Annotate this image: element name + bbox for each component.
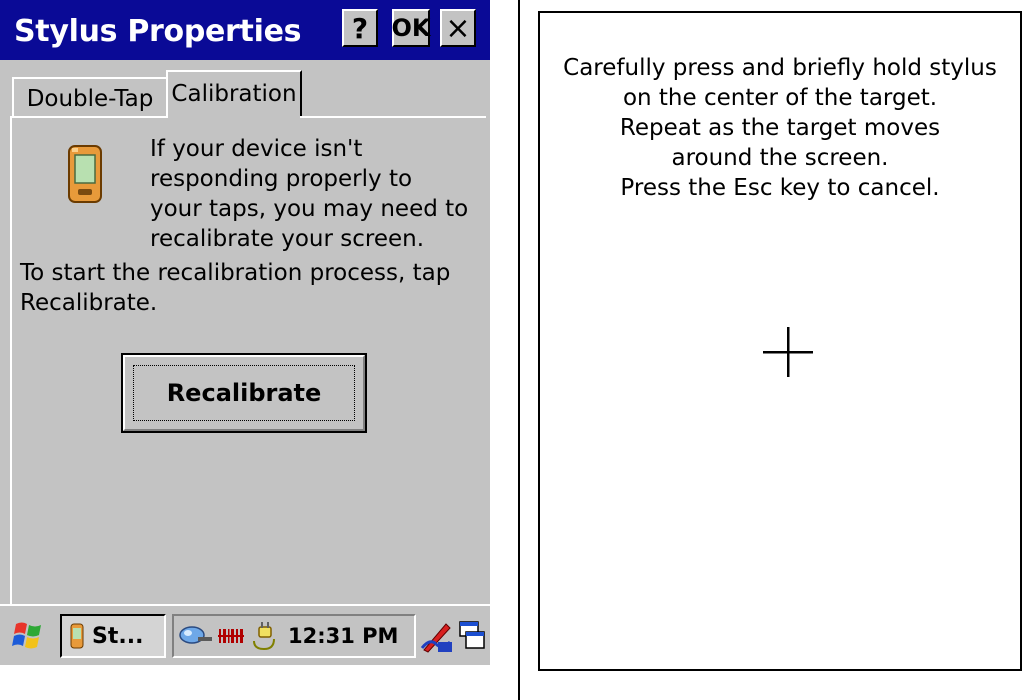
instruction-line: Press the Esc key to cancel. bbox=[620, 175, 940, 201]
task-button-label: St... bbox=[92, 623, 144, 649]
calibration-instructions: Carefully press and briefly hold stylus … bbox=[540, 53, 1020, 203]
recalibrate-button-frame: Recalibrate bbox=[121, 353, 367, 433]
taskbar: St... 12:31 PM bbox=[0, 604, 490, 665]
instruction-line: on the center of the target. bbox=[622, 85, 938, 111]
task-button-stylus[interactable]: St... bbox=[60, 614, 166, 658]
windows-flag-icon[interactable] bbox=[10, 618, 46, 654]
input-panel-icon[interactable] bbox=[420, 618, 454, 654]
instruction-line: around the screen. bbox=[671, 145, 889, 171]
calibration-frame[interactable]: Carefully press and briefly hold stylus … bbox=[538, 11, 1022, 671]
recalibrate-button[interactable]: Recalibrate bbox=[123, 355, 365, 431]
calibration-info-text: If your device isn't responding properly… bbox=[150, 136, 469, 252]
dialog-title: Stylus Properties bbox=[14, 14, 302, 49]
power-plug-icon[interactable] bbox=[250, 621, 278, 651]
tab-calibration[interactable]: Calibration bbox=[166, 70, 302, 116]
pocket-device-icon bbox=[70, 623, 84, 649]
crosshair-target-icon[interactable] bbox=[760, 324, 816, 380]
recalibrate-instructions: To start the recalibration process, tap … bbox=[20, 260, 451, 316]
title-bar: Stylus Properties ? OK × bbox=[0, 0, 490, 60]
help-button[interactable]: ? bbox=[342, 9, 378, 47]
pocket-device-icon bbox=[68, 145, 102, 203]
panel-divider bbox=[518, 0, 520, 700]
tab-selected-gap bbox=[168, 114, 300, 118]
ok-button[interactable]: OK bbox=[392, 9, 431, 47]
instruction-line: Repeat as the target moves bbox=[619, 115, 941, 141]
clock[interactable]: 12:31 PM bbox=[288, 624, 398, 648]
calibration-screen: Carefully press and briefly hold stylus … bbox=[518, 0, 1036, 700]
network-icon[interactable] bbox=[178, 623, 212, 649]
barcode-scanner-icon[interactable] bbox=[218, 623, 244, 649]
stylus-properties-dialog: Stylus Properties ? OK × Double-Tap Cali… bbox=[0, 0, 490, 665]
close-button[interactable]: × bbox=[440, 9, 476, 47]
show-desktop-icon[interactable] bbox=[458, 618, 486, 652]
system-tray: 12:31 PM bbox=[172, 614, 416, 658]
recalibrate-label: Recalibrate bbox=[166, 379, 322, 407]
instruction-line: Carefully press and briefly hold stylus bbox=[563, 55, 997, 81]
tab-double-tap[interactable]: Double-Tap bbox=[12, 77, 168, 118]
